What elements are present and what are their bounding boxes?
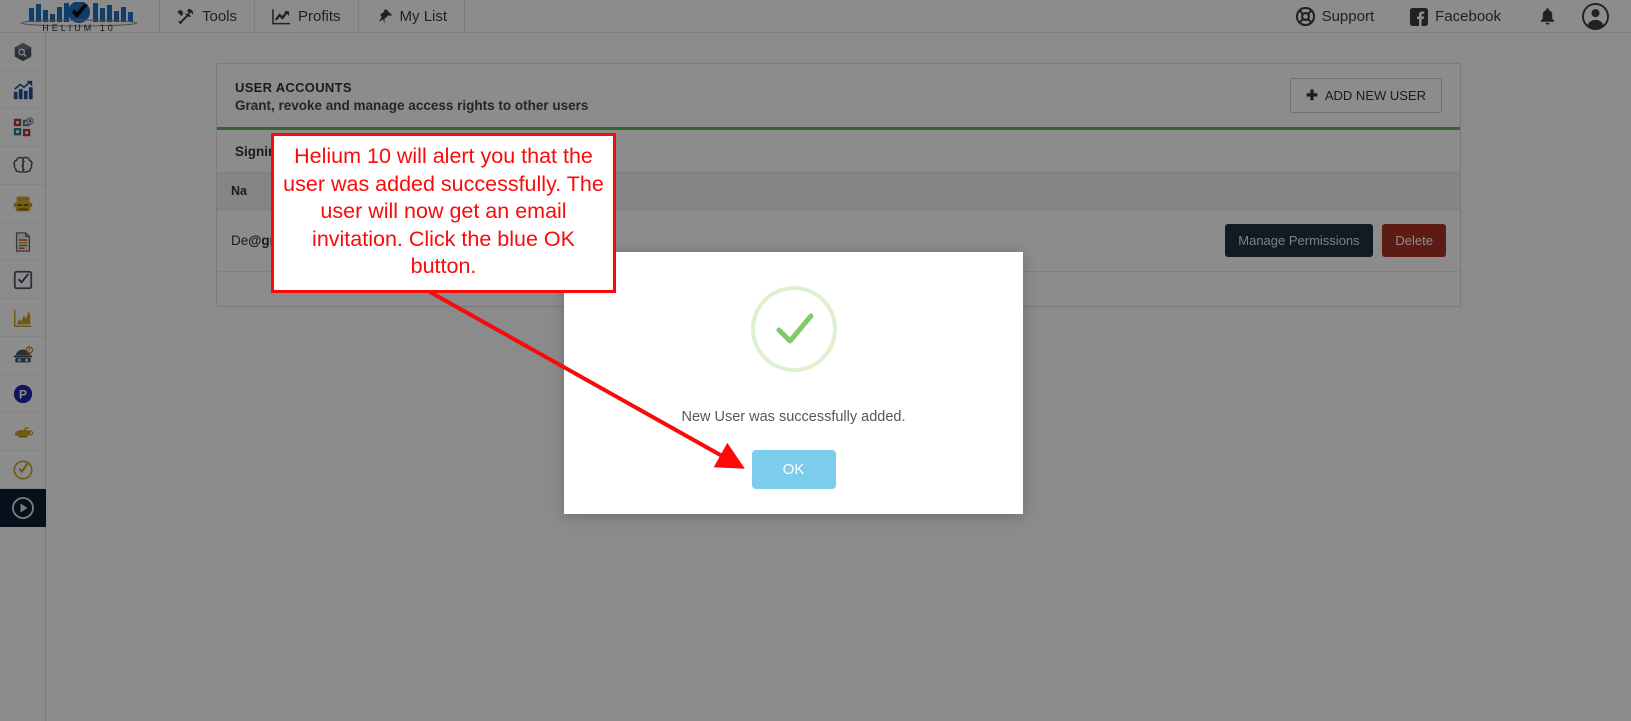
success-check-icon bbox=[750, 286, 837, 372]
success-modal: New User was successfully added. OK bbox=[564, 252, 1023, 514]
annotation-callout: Helium 10 will alert you that the user w… bbox=[271, 133, 616, 293]
modal-message: New User was successfully added. bbox=[681, 409, 906, 425]
app-root: HELIUM 10 Tools Profits My List Support … bbox=[0, 0, 1631, 721]
ok-button[interactable]: OK bbox=[751, 450, 836, 489]
